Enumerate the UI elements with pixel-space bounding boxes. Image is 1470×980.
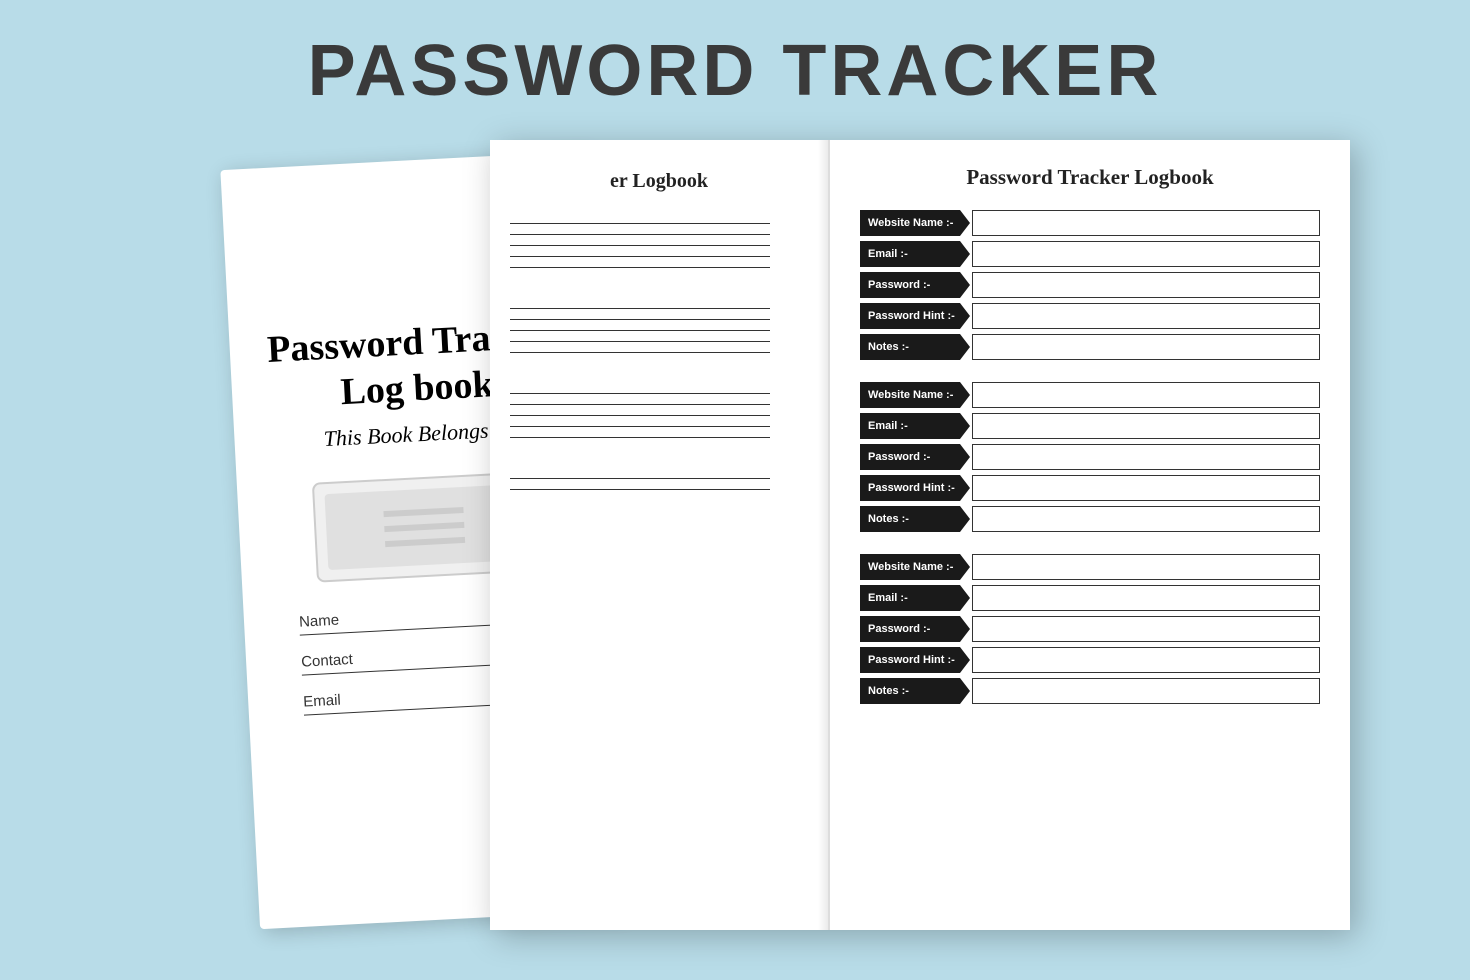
left-page-lines [510,213,808,520]
password-label-3: Password :- [860,616,970,642]
line [510,267,770,268]
book-container: Password TrackerLog book This Book Belon… [200,140,1420,950]
line-group-3 [510,383,808,448]
left-page: er Logbook [490,140,830,930]
entry-row-notes-3: Notes :- [860,678,1320,704]
notes-label-3: Notes :- [860,678,970,704]
entry-row-password-3: Password :- [860,616,1320,642]
line [510,330,770,331]
entry-row-email-2: Email :- [860,413,1320,439]
line [510,393,770,394]
entry-row-website-3: Website Name :- [860,554,1320,580]
email-label-1: Email :- [860,241,970,267]
website-input-2[interactable] [972,382,1320,408]
hint-input-3[interactable] [972,647,1320,673]
main-title: PASSWORD TRACKER [0,0,1470,112]
password-input-1[interactable] [972,272,1320,298]
hint-input-2[interactable] [972,475,1320,501]
entry-row-hint-2: Password Hint :- [860,475,1320,501]
entry-row-email-3: Email :- [860,585,1320,611]
email-label-2: Email :- [860,413,970,439]
line [510,341,770,342]
entry-row-notes-2: Notes :- [860,506,1320,532]
right-page-title: Password Tracker Logbook [860,165,1320,190]
line-group-4 [510,468,808,500]
line [510,404,770,405]
entry-row-email-1: Email :- [860,241,1320,267]
hint-label-3: Password Hint :- [860,647,970,673]
email-input-3[interactable] [972,585,1320,611]
website-label-3: Website Name :- [860,554,970,580]
entry-block-1: Website Name :- Email :- Password :- Pas… [860,210,1320,360]
entry-block-2: Website Name :- Email :- Password :- Pas… [860,382,1320,532]
right-page: Password Tracker Logbook Website Name :-… [830,140,1350,930]
line [510,223,770,224]
line-group-1 [510,213,808,278]
hint-label-1: Password Hint :- [860,303,970,329]
entry-row-password-1: Password :- [860,272,1320,298]
line [510,308,770,309]
notes-input-2[interactable] [972,506,1320,532]
password-input-2[interactable] [972,444,1320,470]
line [510,437,770,438]
cover-subtitle: This Book Belongs To [323,416,516,452]
entry-row-hint-1: Password Hint :- [860,303,1320,329]
entry-row-notes-1: Notes :- [860,334,1320,360]
notes-input-1[interactable] [972,334,1320,360]
password-label-1: Password :- [860,272,970,298]
notes-input-3[interactable] [972,678,1320,704]
entry-row-website-1: Website Name :- [860,210,1320,236]
entry-block-3: Website Name :- Email :- Password :- Pas… [860,554,1320,704]
line [510,256,770,257]
website-input-1[interactable] [972,210,1320,236]
website-input-3[interactable] [972,554,1320,580]
line [510,352,770,353]
left-page-title: er Logbook [510,170,808,193]
notes-label-1: Notes :- [860,334,970,360]
line [510,478,770,479]
hint-input-1[interactable] [972,303,1320,329]
line [510,319,770,320]
password-label-2: Password :- [860,444,970,470]
line [510,245,770,246]
notes-label-2: Notes :- [860,506,970,532]
email-input-2[interactable] [972,413,1320,439]
line [510,234,770,235]
line [510,489,770,490]
website-label-1: Website Name :- [860,210,970,236]
email-label-3: Email :- [860,585,970,611]
line-group-2 [510,298,808,363]
entry-row-website-2: Website Name :- [860,382,1320,408]
line [510,415,770,416]
email-input-1[interactable] [972,241,1320,267]
website-label-2: Website Name :- [860,382,970,408]
entry-row-password-2: Password :- [860,444,1320,470]
open-book: er Logbook [490,140,1350,930]
entry-row-hint-3: Password Hint :- [860,647,1320,673]
password-input-3[interactable] [972,616,1320,642]
line [510,426,770,427]
hint-label-2: Password Hint :- [860,475,970,501]
